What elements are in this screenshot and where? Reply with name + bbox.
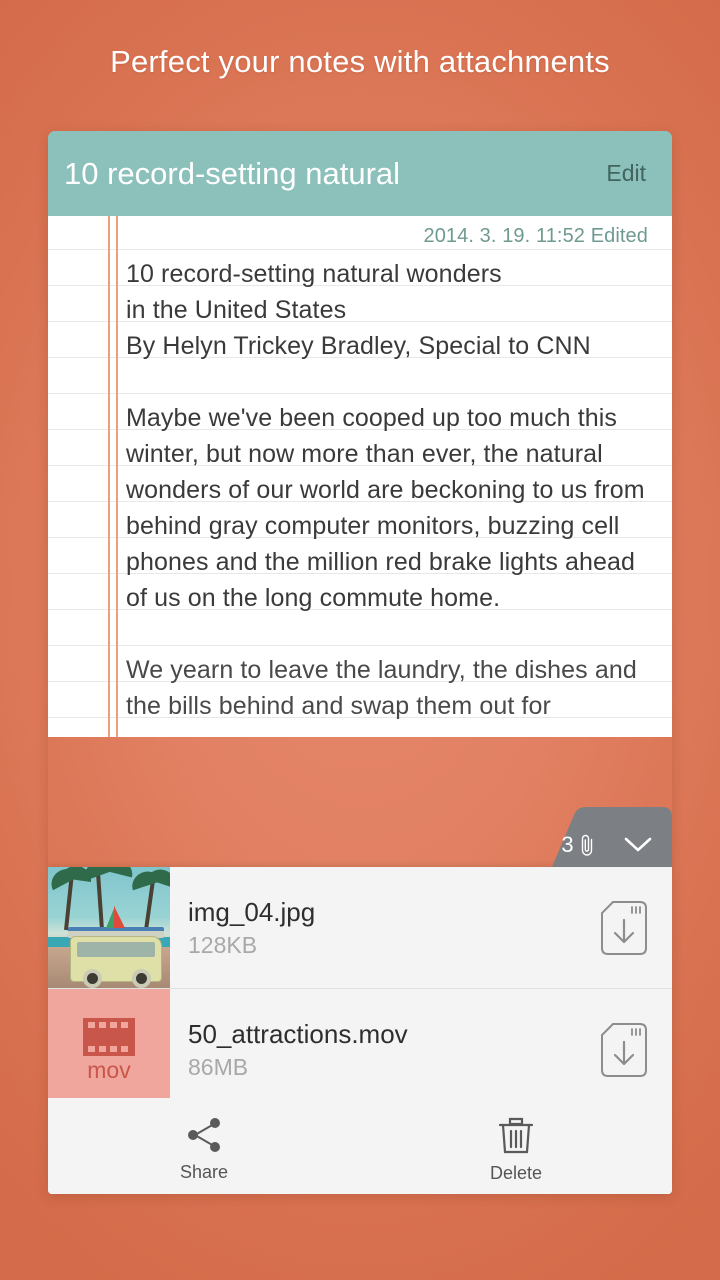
attachment-type-label: mov	[87, 1059, 130, 1082]
note-text-line: of us on the long commute home.	[126, 580, 660, 616]
palm-trunk-icon	[96, 870, 104, 930]
note-text-line: the bills behind and swap them out for	[126, 688, 660, 724]
attachment-filesize: 128KB	[188, 932, 576, 959]
note-text-line: behind gray computer monitors, buzzing c…	[126, 508, 660, 544]
note-text-line: in the United States	[126, 292, 660, 328]
attachment-count: 3	[561, 832, 596, 858]
save-to-card-icon[interactable]	[600, 1022, 648, 1078]
note-text-line	[126, 364, 660, 400]
share-label: Share	[180, 1162, 228, 1183]
chevron-down-icon[interactable]	[623, 835, 653, 855]
share-icon	[182, 1115, 226, 1155]
edit-button[interactable]: Edit	[592, 154, 648, 193]
palm-trunk-icon	[64, 876, 74, 930]
share-button[interactable]: Share	[48, 1098, 360, 1194]
attachment-drawer-tab[interactable]: 3	[516, 805, 672, 867]
sail-icon	[114, 906, 125, 928]
attachment-info: img_04.jpg 128KB	[170, 867, 576, 988]
note-paper[interactable]: 2014. 3. 19. 11:52 Edited 10 record-sett…	[48, 216, 672, 737]
note-text-line: Maybe we've been cooped up too much this	[126, 400, 660, 436]
van-window	[77, 942, 155, 957]
trash-icon	[494, 1114, 538, 1156]
note-text-line: phones and the million red brake lights …	[126, 544, 660, 580]
attachment-filename: 50_attractions.mov	[188, 1019, 576, 1050]
paperclip-icon	[577, 833, 597, 857]
attachment-info: 50_attractions.mov 86MB	[170, 989, 576, 1110]
attachment-row[interactable]: mov 50_attractions.mov 86MB	[48, 989, 672, 1111]
margin-rule-line	[108, 216, 110, 737]
note-text-line: We yearn to leave the laundry, the dishe…	[126, 652, 660, 688]
note-text-line: winter, but now more than ever, the natu…	[126, 436, 660, 472]
note-body: 10 record-setting natural wonders in the…	[126, 256, 660, 724]
attachment-filename: img_04.jpg	[188, 897, 576, 928]
delete-button[interactable]: Delete	[360, 1098, 672, 1194]
van-body	[70, 936, 162, 982]
attachment-thumbnail-mov[interactable]: mov	[48, 989, 170, 1110]
delete-label: Delete	[490, 1163, 542, 1184]
attachment-count-value: 3	[561, 832, 573, 858]
save-to-card-button[interactable]	[576, 867, 672, 988]
filmstrip-icon	[82, 1017, 136, 1057]
van-wheel	[132, 969, 151, 988]
page-title: 10 record-setting natural	[64, 156, 592, 192]
note-app-panel: 10 record-setting natural Edit 2014. 3. …	[48, 131, 672, 1194]
attachment-toolbar: Share Delete	[48, 1098, 672, 1194]
promo-heading: Perfect your notes with attachments	[0, 44, 720, 80]
save-to-card-icon[interactable]	[600, 900, 648, 956]
attachment-filesize: 86MB	[188, 1054, 576, 1081]
note-titlebar: 10 record-setting natural Edit	[48, 131, 672, 216]
note-text-line: 10 record-setting natural wonders	[126, 256, 660, 292]
note-text-line: wonders of our world are beckoning to us…	[126, 472, 660, 508]
save-to-card-button[interactable]	[576, 989, 672, 1110]
attachment-row[interactable]: img_04.jpg 128KB	[48, 867, 672, 989]
note-timestamp: 2014. 3. 19. 11:52 Edited	[423, 225, 648, 248]
note-text-line	[126, 616, 660, 652]
attachment-drawer: img_04.jpg 128KB	[48, 867, 672, 1194]
attachment-thumbnail-photo[interactable]	[48, 867, 170, 988]
margin-rule-line	[116, 216, 118, 737]
palm-trunk-icon	[144, 880, 155, 930]
van-wheel	[83, 969, 102, 988]
note-text-line: By Helyn Trickey Bradley, Special to CNN	[126, 328, 660, 364]
